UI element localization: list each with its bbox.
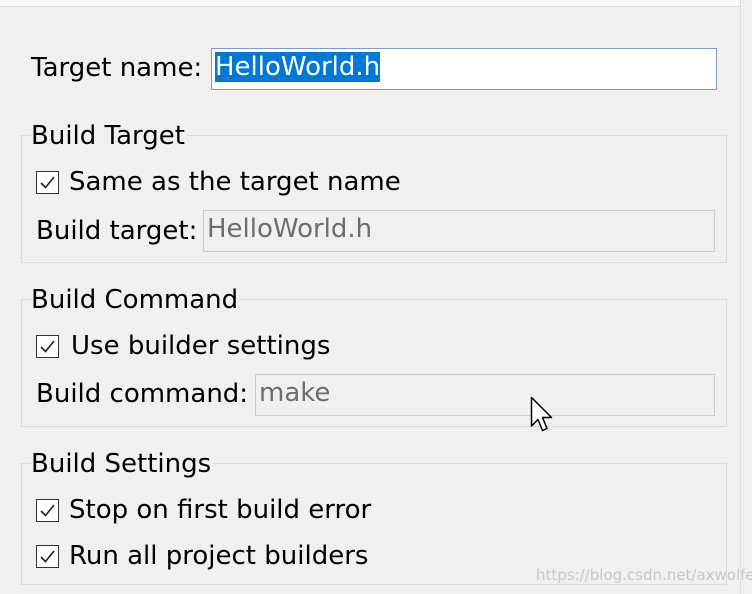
- run-all-builders-row[interactable]: Run all project builders: [36, 540, 368, 572]
- stop-on-error-row[interactable]: Stop on first build error: [36, 494, 371, 526]
- stop-on-error-label: Stop on first build error: [69, 495, 372, 525]
- target-name-input[interactable]: HelloWorld.h: [211, 48, 717, 90]
- build-target-input[interactable]: HelloWorld.h: [203, 210, 715, 252]
- build-settings-group-title: Build Settings: [31, 448, 214, 480]
- build-command-group-title: Build Command: [31, 284, 241, 316]
- check-icon: [40, 175, 55, 189]
- build-target-label: Build target:: [36, 216, 198, 246]
- run-all-builders-label: Run all project builders: [69, 541, 369, 571]
- mouse-pointer-icon: [530, 396, 553, 432]
- top-edge: [0, 0, 740, 7]
- right-edge: [740, 0, 741, 594]
- build-command-label: Build command:: [36, 379, 249, 409]
- check-icon: [40, 503, 55, 517]
- check-icon: [40, 339, 55, 353]
- build-command-input[interactable]: make: [255, 374, 715, 416]
- build-command-value: make: [259, 378, 331, 408]
- same-as-target-label: Same as the target name: [69, 167, 401, 197]
- same-as-target-checkbox[interactable]: [36, 170, 59, 194]
- target-name-label: Target name:: [31, 53, 203, 83]
- use-builder-settings-label: Use builder settings: [71, 331, 331, 361]
- same-as-target-row[interactable]: Same as the target name: [36, 166, 401, 198]
- use-builder-settings-checkbox[interactable]: [36, 334, 59, 358]
- target-name-selected-text: HelloWorld.h: [215, 52, 381, 82]
- stop-on-error-checkbox[interactable]: [36, 498, 59, 522]
- use-builder-settings-row[interactable]: Use builder settings: [36, 330, 330, 362]
- build-target-group-title: Build Target: [31, 120, 187, 152]
- check-icon: [40, 549, 55, 563]
- watermark-text: https://blog.csdn.net/axwolfer: [536, 566, 752, 584]
- new-make-target-dialog: Target name: HelloWorld.h Build Target S…: [0, 0, 752, 594]
- run-all-builders-checkbox[interactable]: [36, 544, 59, 568]
- build-target-value: HelloWorld.h: [207, 214, 373, 244]
